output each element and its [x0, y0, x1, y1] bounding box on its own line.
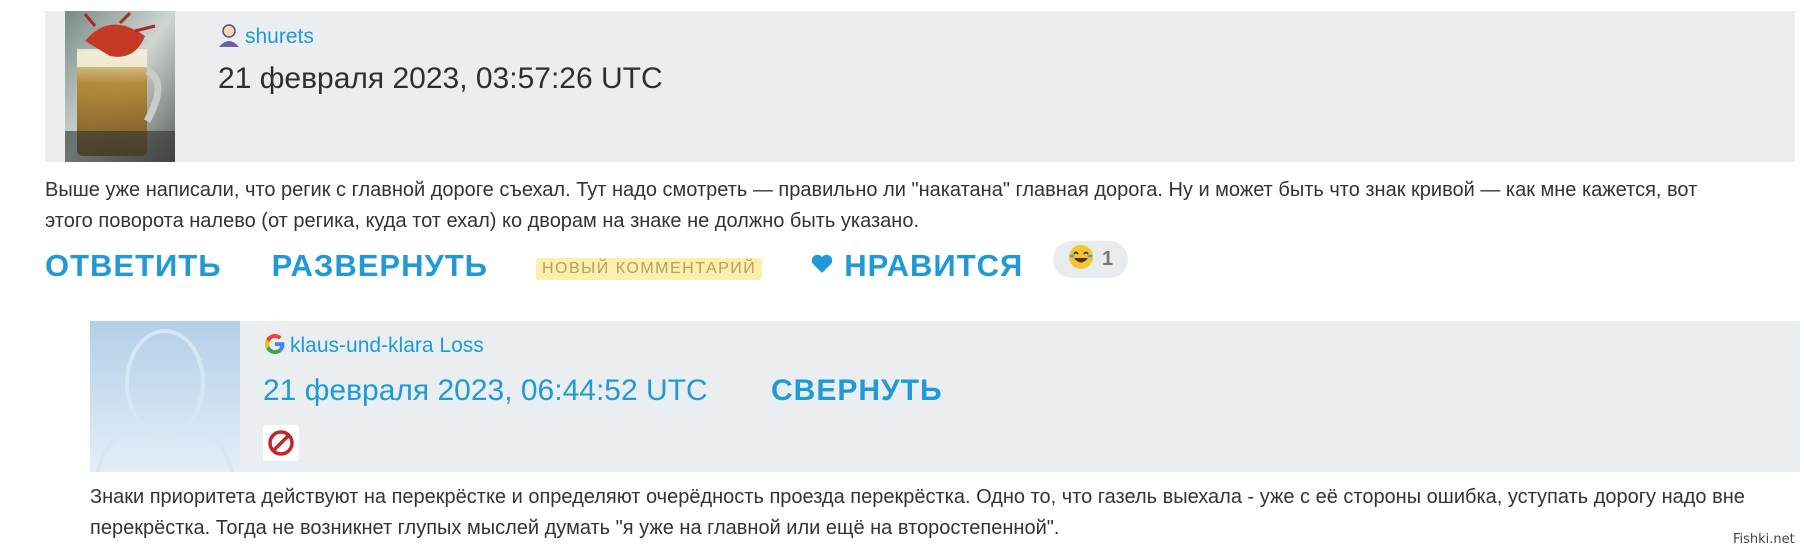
new-comment-badge: НОВЫЙ КОММЕНТАРИЙ [535, 258, 763, 280]
watermark: Fishki.net [1733, 532, 1795, 547]
reply-button[interactable]: ОТВЕТИТЬ [45, 248, 222, 284]
reaction-count: 1 [1101, 248, 1114, 270]
username-link[interactable]: shurets [245, 25, 314, 49]
avatar-placeholder[interactable] [90, 321, 240, 472]
collapse-button[interactable]: СВЕРНУТЬ [771, 374, 943, 408]
expand-button[interactable]: РАЗВЕРНУТЬ [272, 248, 488, 284]
comment-date: 21 февраля 2023, 03:57:26 UTC [218, 62, 663, 95]
user-icon [217, 22, 241, 53]
comment-text: Выше уже написали, что регик с главной д… [45, 179, 1698, 232]
reply-date[interactable]: 21 февраля 2023, 06:44:52 UTC [263, 374, 708, 408]
google-icon [263, 332, 287, 361]
avatar[interactable] [65, 11, 175, 162]
like-label: НРАВИТСЯ [844, 248, 1024, 283]
like-button[interactable]: НРАВИТСЯ [810, 248, 1023, 284]
reaction-counter[interactable]: 1 [1053, 241, 1128, 278]
comment-author[interactable]: shurets [217, 22, 314, 52]
reply-text: Знаки приоритета действуют на перекрёстк… [90, 486, 1745, 539]
heart-icon [810, 252, 834, 281]
username-link[interactable]: klaus-und-klara Loss [290, 334, 484, 358]
comment-actions: ОТВЕТИТЬ РАЗВЕРНУТЬ НОВЫЙ КОММЕНТАРИЙ НР… [45, 244, 1023, 288]
reply-author[interactable]: klaus-und-klara Loss [263, 331, 484, 361]
block-icon[interactable] [263, 425, 299, 461]
laughing-emoji-icon [1068, 244, 1094, 276]
